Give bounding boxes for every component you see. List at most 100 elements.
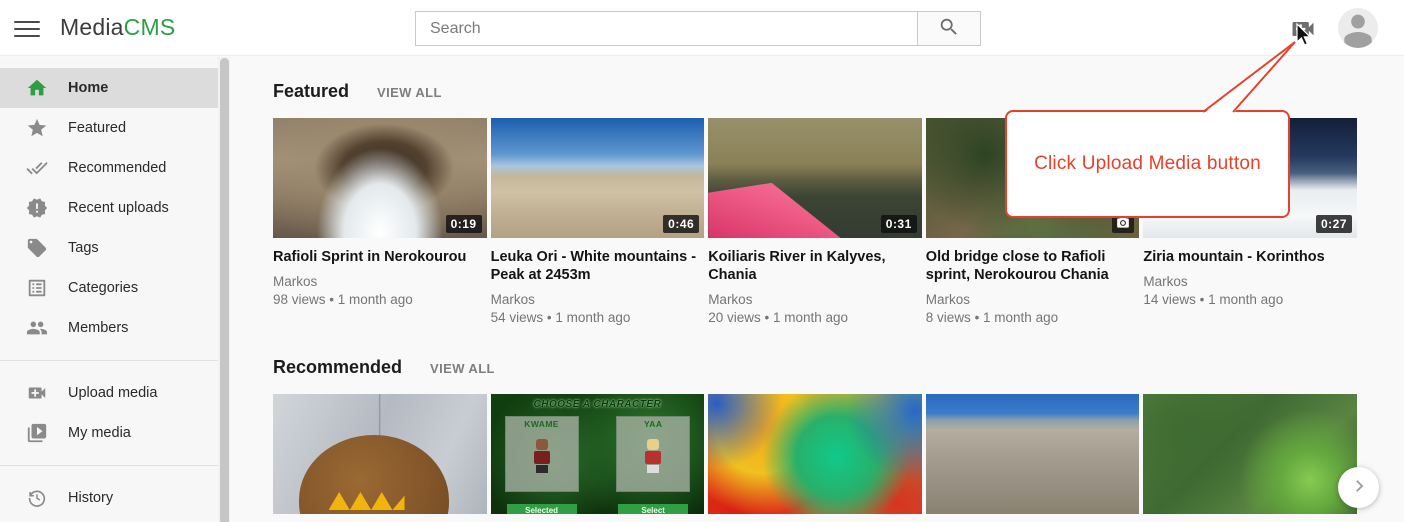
sidebar-item-home[interactable]: Home [0,68,218,108]
video-thumbnail[interactable]: 0:19 [273,118,487,238]
search-button[interactable] [917,12,980,45]
video-card[interactable] [273,394,487,514]
sidebar: Home Featured Recommended Recent uploads… [0,57,218,522]
done-all-icon [26,157,48,179]
video-meta: 98 views • 1 month ago [273,291,487,309]
video-title[interactable]: Koiliaris River in Kalyves, Chania [708,248,922,284]
section-title: Recommended [273,357,402,378]
sidebar-item-recent-uploads[interactable]: Recent uploads [0,188,218,228]
sidebar-scrollbar-track [218,57,230,522]
recommended-view-all-link[interactable]: VIEW ALL [430,361,495,376]
character-panel: KWAME [505,416,579,492]
sidebar-item-label: Tags [68,240,99,256]
star-icon [26,117,48,139]
video-call-icon [1289,30,1317,47]
duration-badge: 0:19 [446,215,482,233]
sidebar-item-tags[interactable]: Tags [0,228,218,268]
search-input[interactable] [416,12,917,45]
sidebar-item-label: History [68,490,113,506]
video-thumbnail[interactable]: CHOOSE A CHARACTER KWAME YAA [491,394,705,514]
sidebar-item-label: Upload media [68,385,157,401]
new-releases-icon [26,197,48,219]
sidebar-item-label: Featured [68,120,126,136]
video-title[interactable]: Leuka Ori - White mountains - Peak at 24… [491,248,705,284]
video-title[interactable]: Ziria mountain - Korinthos [1143,248,1357,266]
logo-media-text: Media [60,14,124,40]
video-thumbnail[interactable]: 0:31 [708,118,922,238]
sidebar-item-label: Recent uploads [68,200,169,216]
video-card[interactable]: 0:31 Koiliaris River in Kalyves, Chania … [708,118,922,327]
section-title: Featured [273,81,349,102]
video-card[interactable]: CHOOSE A CHARACTER KWAME YAA [491,394,705,514]
recommended-cards-row: CHOOSE A CHARACTER KWAME YAA [273,394,1357,514]
video-author[interactable]: Markos [708,291,922,309]
sidebar-item-label: Home [68,80,108,96]
thumbnail-text: Select [618,504,688,514]
duration-badge: 0:46 [663,215,699,233]
video-card[interactable]: 0:19 Rafioli Sprint in Nerokourou Markos… [273,118,487,327]
video-meta: 14 views • 1 month ago [1143,291,1357,309]
thumbnail-text: Selected [507,504,577,514]
sidebar-item-members[interactable]: Members [0,308,218,348]
history-icon [26,487,48,509]
search-icon [938,16,960,41]
featured-section-header: Featured VIEW ALL [273,81,1357,102]
search-bar [415,11,981,46]
user-avatar[interactable] [1338,8,1378,48]
video-card[interactable] [708,394,922,514]
video-title[interactable]: Old bridge close to Rafioli sprint, Nero… [926,248,1140,284]
video-thumbnail[interactable] [1143,394,1357,514]
menu-icon[interactable] [14,16,40,40]
sidebar-scrollbar-thumb[interactable] [220,58,229,522]
video-library-icon [26,422,48,444]
annotation-callout: Click Upload Media button [1005,110,1290,218]
top-bar: MediaCMS [0,0,1404,56]
video-author[interactable]: Markos [273,273,487,291]
character-sprite [532,439,552,473]
sidebar-item-recommended[interactable]: Recommended [0,148,218,188]
duration-badge: 0:31 [881,215,917,233]
categories-icon [26,277,48,299]
video-meta: 54 views • 1 month ago [491,309,705,327]
video-meta: 20 views • 1 month ago [708,309,922,327]
video-thumbnail[interactable] [926,394,1140,514]
sidebar-item-label: Recommended [68,160,166,176]
video-card[interactable] [926,394,1140,514]
video-card[interactable] [1143,394,1357,514]
character-name: KWAME [506,419,578,429]
video-meta: 8 views • 1 month ago [926,309,1140,327]
video-author[interactable]: Markos [491,291,705,309]
carousel-next-button[interactable] [1338,467,1379,508]
sidebar-item-label: My media [68,425,131,441]
sidebar-item-featured[interactable]: Featured [0,108,218,148]
recommended-section-header: Recommended VIEW ALL [273,357,1357,378]
thumbnail-text: CHOOSE A CHARACTER [491,399,705,410]
sidebar-divider [0,360,218,361]
duration-badge: 0:27 [1316,215,1352,233]
app-logo[interactable]: MediaCMS [60,14,175,41]
chevron-right-icon [1350,477,1368,498]
video-thumbnail[interactable]: 0:46 [491,118,705,238]
sidebar-item-my-media[interactable]: My media [0,413,218,453]
video-thumbnail[interactable] [273,394,487,514]
upload-media-button[interactable] [1289,15,1317,43]
video-thumbnail[interactable] [708,394,922,514]
video-call-icon [26,382,48,404]
person-icon [1338,35,1378,48]
character-panel: YAA [616,416,690,492]
sidebar-item-categories[interactable]: Categories [0,268,218,308]
home-icon [26,77,48,99]
sidebar-item-label: Categories [68,280,138,296]
video-card[interactable]: 0:46 Leuka Ori - White mountains - Peak … [491,118,705,327]
annotation-text: Click Upload Media button [1034,153,1261,175]
sidebar-divider [0,465,218,466]
tag-icon [26,237,48,259]
sidebar-item-label: Members [68,320,128,336]
video-title[interactable]: Rafioli Sprint in Nerokourou [273,248,487,266]
video-author[interactable]: Markos [1143,273,1357,291]
character-sprite [643,439,663,473]
featured-view-all-link[interactable]: VIEW ALL [377,85,442,100]
video-author[interactable]: Markos [926,291,1140,309]
sidebar-item-upload-media[interactable]: Upload media [0,373,218,413]
sidebar-item-history[interactable]: History [0,478,218,518]
